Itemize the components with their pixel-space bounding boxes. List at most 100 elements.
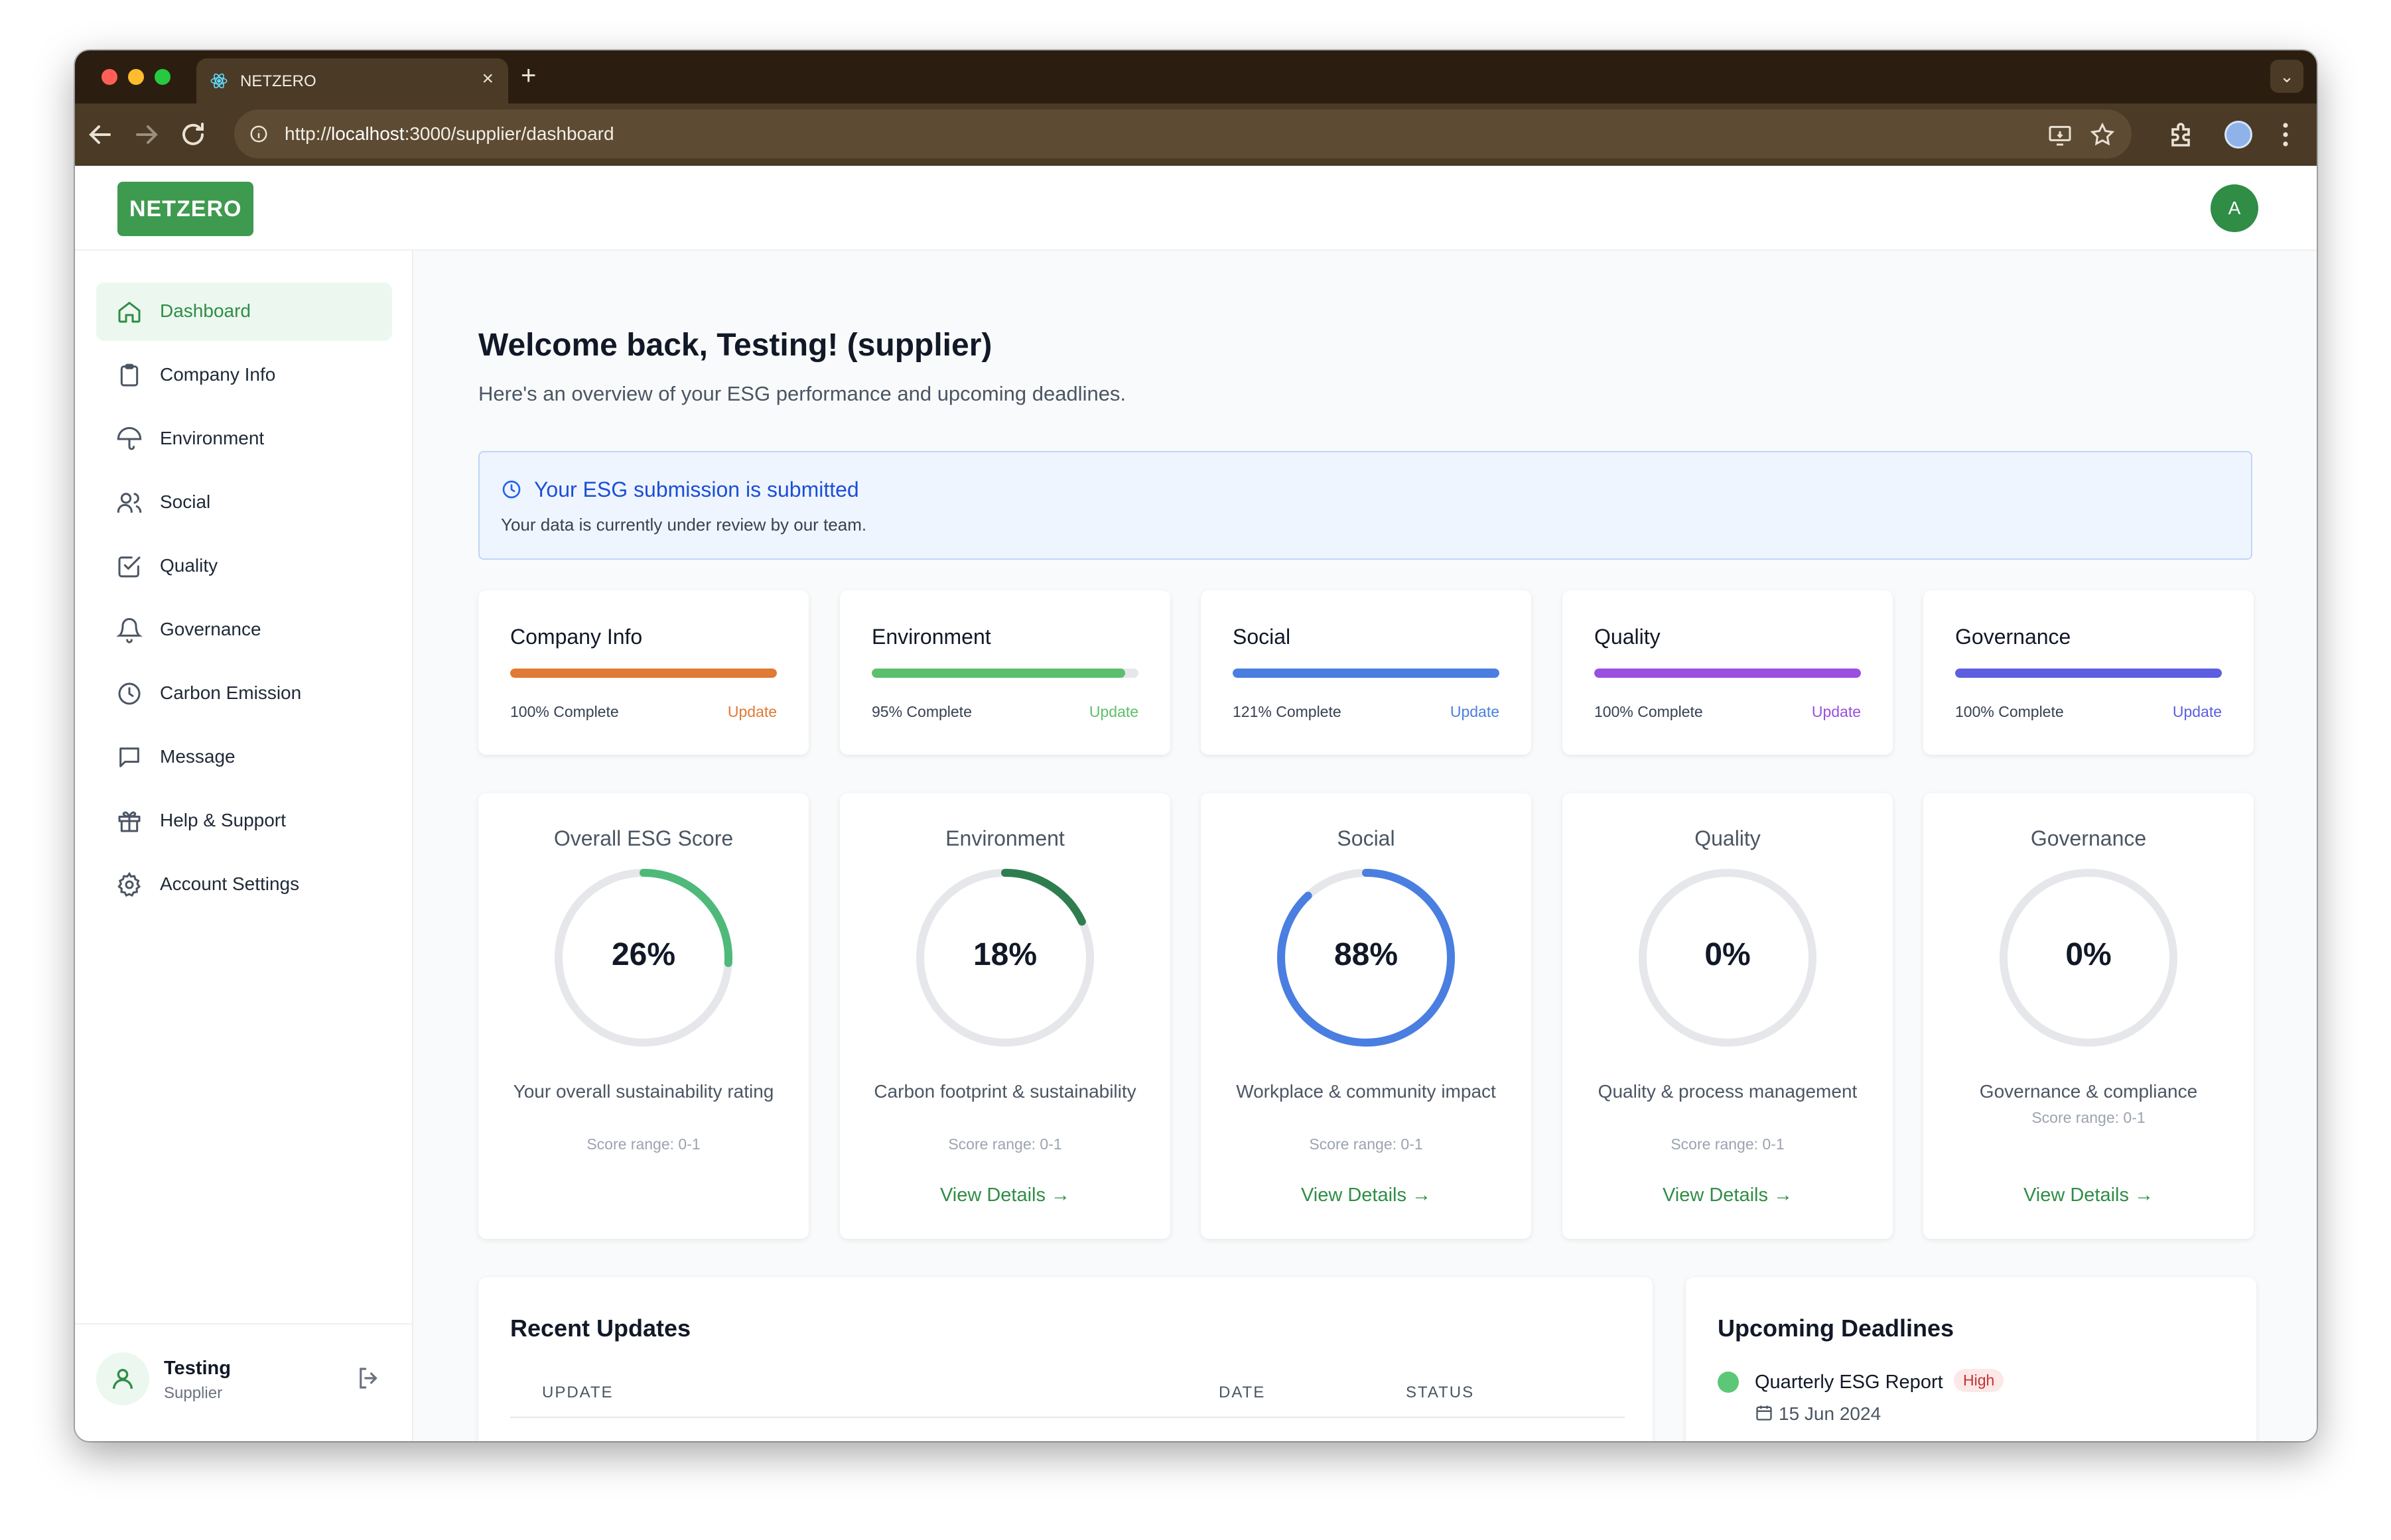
score-percent: 18% [973, 937, 1038, 972]
progress-status: 121% Complete [1233, 703, 1341, 720]
sidebar-item-carbon-emission[interactable]: Carbon Emission [96, 665, 392, 723]
score-card-title: Environment [945, 826, 1065, 850]
score-card-title: Overall ESG Score [553, 826, 734, 850]
browser-menu-icon[interactable] [2270, 119, 2301, 151]
install-app-icon[interactable] [2047, 121, 2073, 148]
check-square-icon [118, 556, 141, 578]
react-favicon-icon [210, 73, 228, 89]
column-header-update: UPDATE [542, 1383, 614, 1401]
score-range: Score range: 0-1 [1309, 1135, 1423, 1153]
progress-status: 100% Complete [1594, 703, 1703, 720]
view-details-link[interactable]: View Details → [840, 1185, 1170, 1206]
new-tab-icon[interactable]: + [521, 61, 536, 91]
gear-icon [117, 871, 141, 897]
sidebar-item-company-info[interactable]: Company Info [96, 346, 392, 405]
user-role: Supplier [164, 1384, 223, 1402]
recent-updates-panel: Recent Updates UPDATE DATE STATUS [478, 1277, 1653, 1441]
tab-close-icon[interactable]: × [482, 68, 494, 90]
sidebar-item-governance[interactable]: Governance [96, 601, 392, 659]
update-link[interactable]: Update [1450, 703, 1499, 721]
profile-avatar-icon[interactable] [2224, 121, 2252, 149]
progress-status: 100% Complete [1955, 703, 2064, 720]
user-avatar-button[interactable]: A [2211, 184, 2258, 232]
progress-card: Quality 100% Complete Update [1562, 590, 1893, 755]
sidebar-item-label: Governance [160, 619, 261, 639]
sidebar-item-environment[interactable]: Environment [96, 410, 392, 468]
user-icon [113, 1369, 133, 1389]
users-icon [117, 493, 142, 513]
score-card: Quality 0% Quality & process management … [1562, 793, 1893, 1239]
score-description: Quality & process management [1598, 1081, 1858, 1102]
bookmark-star-icon[interactable] [2089, 121, 2116, 148]
progress-card-title: Quality [1594, 625, 1661, 649]
tab-search-chevron-icon[interactable]: ⌄ [2270, 60, 2303, 93]
browser-tab-bar: NETZERO × + ⌄ [75, 50, 2317, 103]
clock-icon [118, 682, 141, 705]
progress-card-title: Environment [872, 625, 991, 649]
score-range: Score range: 0-1 [586, 1135, 701, 1153]
update-link[interactable]: Update [728, 703, 777, 721]
update-link[interactable]: Update [2173, 703, 2222, 721]
view-details-link[interactable]: View Details → [1562, 1185, 1893, 1206]
sidebar-item-label: Company Info [160, 364, 276, 385]
alert-title: Your ESG submission is submitted [534, 478, 859, 501]
clock-icon [502, 480, 521, 499]
home-icon [118, 302, 141, 323]
sidebar-item-label: Account Settings [160, 873, 300, 894]
score-card-title: Social [1337, 826, 1395, 850]
minimize-window-button[interactable] [128, 69, 144, 85]
update-link[interactable]: Update [1812, 703, 1861, 721]
maximize-window-button[interactable] [155, 69, 171, 85]
forward-arrow-icon[interactable] [131, 119, 163, 151]
deadline-title[interactable]: Quarterly ESG Report [1755, 1372, 1943, 1393]
sidebar-item-quality[interactable]: Quality [96, 537, 392, 596]
score-card: Social 88% Workplace & community impact … [1201, 793, 1531, 1239]
score-card: Governance 0% Governance & compliance Sc… [1923, 793, 2254, 1239]
score-range: Score range: 0-1 [1671, 1135, 1785, 1153]
score-description: Governance & compliance [1979, 1081, 2198, 1102]
close-window-button[interactable] [102, 69, 117, 85]
browser-tab[interactable]: NETZERO × [196, 58, 508, 103]
score-percent: 88% [1333, 937, 1399, 972]
site-info-icon[interactable] [249, 124, 269, 144]
app-header: NETZERO A [75, 166, 2317, 251]
sidebar: Dashboard Company Info Environment Socia… [75, 251, 413, 1441]
page-title: Welcome back, Testing! (supplier) [478, 328, 992, 363]
sidebar-item-help-support[interactable]: Help & Support [96, 792, 392, 850]
browser-toolbar: http://localhost:3000/supplier/dashboard [75, 103, 2317, 166]
progress-bar-fill [510, 669, 777, 678]
score-description: Carbon footprint & sustainability [874, 1081, 1136, 1102]
url-text: http://localhost:3000/supplier/dashboard [285, 123, 614, 145]
sidebar-item-label: Social [160, 491, 211, 512]
logout-icon[interactable] [355, 1364, 383, 1392]
gift-icon [118, 811, 141, 832]
url-host: localhost [331, 123, 405, 144]
submission-status-alert: Your ESG submission is submitted Your da… [478, 451, 2252, 560]
main-content: Welcome back, Testing! (supplier) Here's… [413, 251, 2317, 1441]
address-bar[interactable]: http://localhost:3000/supplier/dashboard [234, 109, 2132, 159]
sidebar-item-label: Quality [160, 555, 218, 576]
progress-bar-fill [1955, 669, 2222, 678]
sidebar-item-account-settings[interactable]: Account Settings [96, 856, 392, 914]
sidebar-item-dashboard[interactable]: Dashboard [96, 283, 392, 341]
netzero-logo[interactable]: NETZERO [117, 182, 254, 236]
progress-card: Social 121% Complete Update [1201, 590, 1531, 755]
view-details-link[interactable]: View Details → [1201, 1185, 1531, 1206]
user-avatar [96, 1352, 149, 1405]
sidebar-item-message[interactable]: Message [96, 728, 392, 787]
score-description: Your overall sustainability rating [513, 1081, 774, 1102]
user-name: Testing [164, 1358, 231, 1379]
url-scheme: http:// [285, 123, 332, 144]
view-details-link[interactable]: View Details → [1923, 1185, 2254, 1206]
progress-bar [1955, 669, 2222, 678]
extensions-puzzle-icon[interactable] [2166, 119, 2198, 151]
score-percent: 0% [1704, 937, 1751, 972]
sidebar-item-social[interactable]: Social [96, 474, 392, 532]
reload-icon[interactable] [177, 119, 209, 151]
url-path: :3000/supplier/dashboard [404, 123, 614, 144]
progress-bar [510, 669, 777, 678]
sidebar-item-label: Carbon Emission [160, 682, 302, 703]
sidebar-item-label: Message [160, 746, 236, 767]
back-arrow-icon[interactable] [84, 119, 116, 151]
update-link[interactable]: Update [1089, 703, 1138, 721]
